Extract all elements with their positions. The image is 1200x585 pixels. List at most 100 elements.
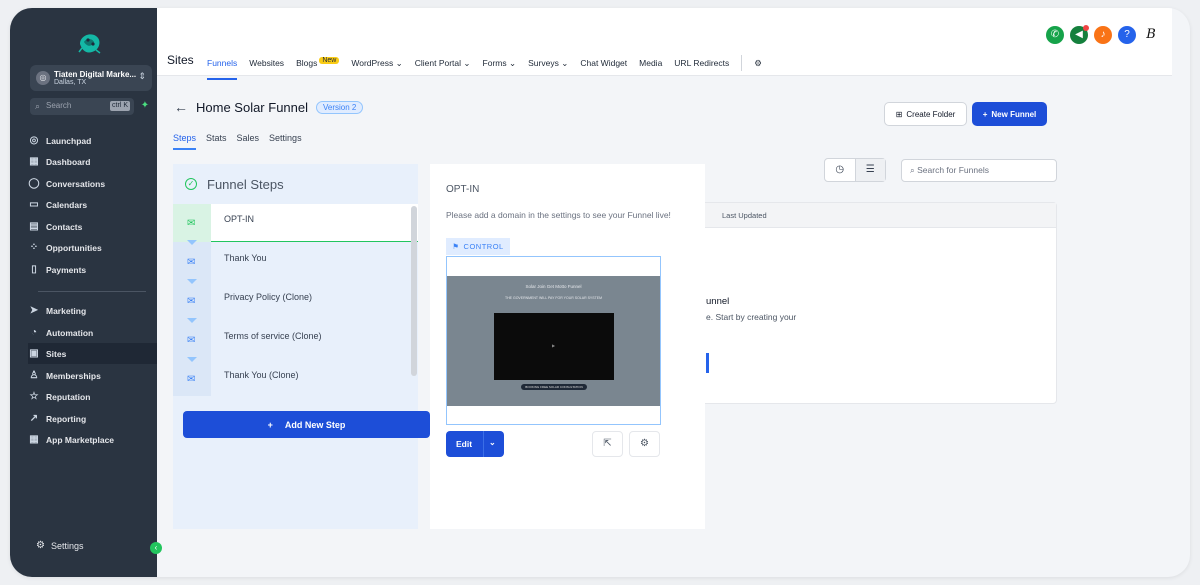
shortcut-hint: ctrl K (110, 101, 130, 111)
account-name: Tiaten Digital Marke... (54, 70, 137, 79)
tab-sales[interactable]: Sales (237, 133, 260, 143)
sidebar-item-label: Reporting (46, 413, 87, 424)
step-item-terms[interactable]: ✉ Terms of service (Clone) (173, 318, 418, 359)
account-switcher[interactable]: ◎ Tiaten Digital Marke... Dallas, TX ⇕ (30, 65, 152, 91)
sidebar-item-label: Opportunities (46, 242, 102, 253)
version-badge[interactable]: Version 2 (316, 100, 364, 114)
help-icon[interactable]: ? (1118, 26, 1136, 44)
sidebar-item-conversations[interactable]: ◯ Conversations (28, 173, 157, 194)
tab-media[interactable]: Media (639, 58, 662, 68)
bell-icon[interactable]: ♪ (1094, 26, 1112, 44)
tab-surveys[interactable]: Surveys ⌄ (528, 58, 568, 69)
clock-icon[interactable]: ◷ (825, 159, 855, 181)
sidebar-item-memberships[interactable]: ♙ Memberships (28, 365, 157, 386)
list-icon[interactable]: ☰ (854, 159, 885, 181)
step-item-thank-you-clone[interactable]: ✉ Thank You (Clone) (173, 357, 418, 398)
back-arrow-icon[interactable]: ← (174, 99, 188, 115)
control-badge: ⚑ CONTROL (446, 238, 510, 255)
sidebar-item-label: Automation (46, 327, 94, 338)
create-folder-button[interactable]: ⊞ Create Folder (884, 102, 967, 126)
button-divider (483, 431, 484, 457)
step-item-thank-you[interactable]: ✉ Thank You (173, 240, 418, 281)
sidebar-item-payments[interactable]: ▯ Payments (28, 259, 157, 280)
column-last-updated: Last Updated (722, 211, 767, 220)
edit-button[interactable]: Edit ⌄ (446, 431, 504, 457)
tab-stats[interactable]: Stats (206, 133, 227, 143)
settings-icon[interactable]: ⚙ (629, 431, 660, 457)
chevron-down-icon: ⌄ (509, 57, 517, 68)
tab-client-portal[interactable]: Client Portal ⌄ (415, 58, 471, 69)
step-item-privacy-policy[interactable]: ✉ Privacy Policy (Clone) (173, 279, 418, 320)
sidebar-item-opportunities[interactable]: ⁘ Opportunities (28, 237, 157, 258)
main-content: ← Home Solar Funnel Version 2 Steps Stat… (157, 76, 1190, 577)
brand-logo (78, 34, 101, 54)
step-item-opt-in[interactable]: ✉ OPT-IN (173, 204, 418, 242)
step-label: Privacy Policy (Clone) (224, 292, 313, 302)
button-label: Create Folder (906, 109, 956, 119)
sidebar-item-dashboard[interactable]: ▦ Dashboard (28, 151, 157, 172)
tab-label: Client Portal (414, 57, 462, 68)
chart-line-icon: ↗ (29, 413, 39, 424)
sidebar-item-marketing[interactable]: ➤ Marketing (28, 300, 157, 321)
funnel-search-input[interactable]: ⌕ Search for Funnels (901, 159, 1057, 182)
funnel-subtabs: Steps Stats Sales Settings (173, 133, 302, 150)
page-thumbnail[interactable]: Solar Join Get Motto Funnel THE GOVERNME… (446, 256, 661, 425)
thumbnail-cta: BOOKING FREE SOLAR CONSULTATION (521, 384, 587, 390)
sidebar-item-label: Memberships (46, 370, 101, 381)
thumbnail-content: Solar Join Get Motto Funnel THE GOVERNME… (447, 276, 660, 406)
calendar-icon: ▭ (29, 199, 39, 210)
avatar[interactable]: B (1142, 26, 1160, 44)
flag-icon: ⚑ (452, 242, 460, 251)
sidebar-item-label: Reputation (46, 391, 91, 402)
tab-steps[interactable]: Steps (173, 133, 197, 150)
step-label: OPT-IN (224, 214, 255, 224)
sidebar-item-label: Settings (50, 540, 84, 551)
check-circle-icon: ✓ (185, 178, 197, 190)
gear-icon[interactable]: ⚙ (754, 58, 762, 69)
new-funnel-button[interactable]: + New Funnel (972, 102, 1047, 126)
play-icon: ▶ (552, 343, 556, 348)
sidebar-item-label: Payments (46, 264, 87, 275)
tab-separator (741, 55, 743, 71)
sidebar-item-app-marketplace[interactable]: ▦ App Marketplace (28, 429, 157, 450)
sidebar-item-sites[interactable]: ▣ Sites (28, 343, 157, 364)
sidebar-item-label: App Marketplace (46, 434, 115, 445)
plus-icon: + (267, 419, 273, 430)
steps-scrollbar[interactable] (411, 206, 417, 376)
plus-icon: + (982, 109, 988, 119)
tab-settings[interactable]: Settings (269, 133, 302, 143)
empty-state-button[interactable] (706, 353, 709, 373)
tab-url-redirects[interactable]: URL Redirects (674, 58, 729, 68)
sidebar-item-calendars[interactable]: ▭ Calendars (28, 194, 157, 215)
connector-arrow-icon (187, 279, 197, 284)
tab-label: WordPress (351, 57, 394, 68)
sidebar-search-input[interactable]: ⌕ Search ctrl K (30, 98, 134, 115)
tab-forms[interactable]: Forms ⌄ (483, 58, 517, 69)
new-badge: New (319, 57, 340, 64)
sidebar-item-reputation[interactable]: ☆ Reputation (28, 386, 157, 407)
tab-funnels[interactable]: Funnels (207, 58, 238, 80)
tab-wordpress[interactable]: WordPress ⌄ (351, 58, 402, 69)
notification-dot (1083, 25, 1089, 31)
tab-blogs[interactable]: Blogs New (296, 57, 340, 68)
search-icon: ⌕ (35, 101, 41, 111)
add-new-step-button[interactable]: + Add New Step (183, 411, 430, 438)
table-header: Last Updated (678, 203, 1056, 228)
sidebar-item-automation[interactable]: ◔ Automation (28, 322, 157, 343)
sidebar-item-contacts[interactable]: ▤ Contacts (28, 216, 157, 237)
sidebar-item-label: Conversations (46, 178, 106, 189)
sidebar-item-reporting[interactable]: ↗ Reporting (28, 408, 157, 429)
chevron-down-icon[interactable]: ⌄ (489, 438, 496, 447)
empty-state-subtitle: e. Start by creating your (706, 312, 797, 322)
sidebar-item-settings[interactable]: ⚙ Settings (36, 540, 84, 551)
megaphone-icon[interactable]: ◀ (1070, 25, 1089, 44)
open-external-icon[interactable]: ⇱ (592, 431, 623, 457)
phone-icon[interactable]: ✆ (1046, 26, 1064, 44)
tab-websites[interactable]: Websites (249, 58, 284, 68)
star-icon: ☆ (29, 391, 39, 402)
sidebar-item-launchpad[interactable]: ◎ Launchpad (28, 130, 157, 151)
search-placeholder: Search (46, 101, 72, 110)
tab-chat-widget[interactable]: Chat Widget (580, 58, 627, 68)
sparkle-icon[interactable]: ✦ (138, 99, 152, 113)
thumbnail-title: Solar Join Get Motto Funnel (525, 284, 582, 289)
